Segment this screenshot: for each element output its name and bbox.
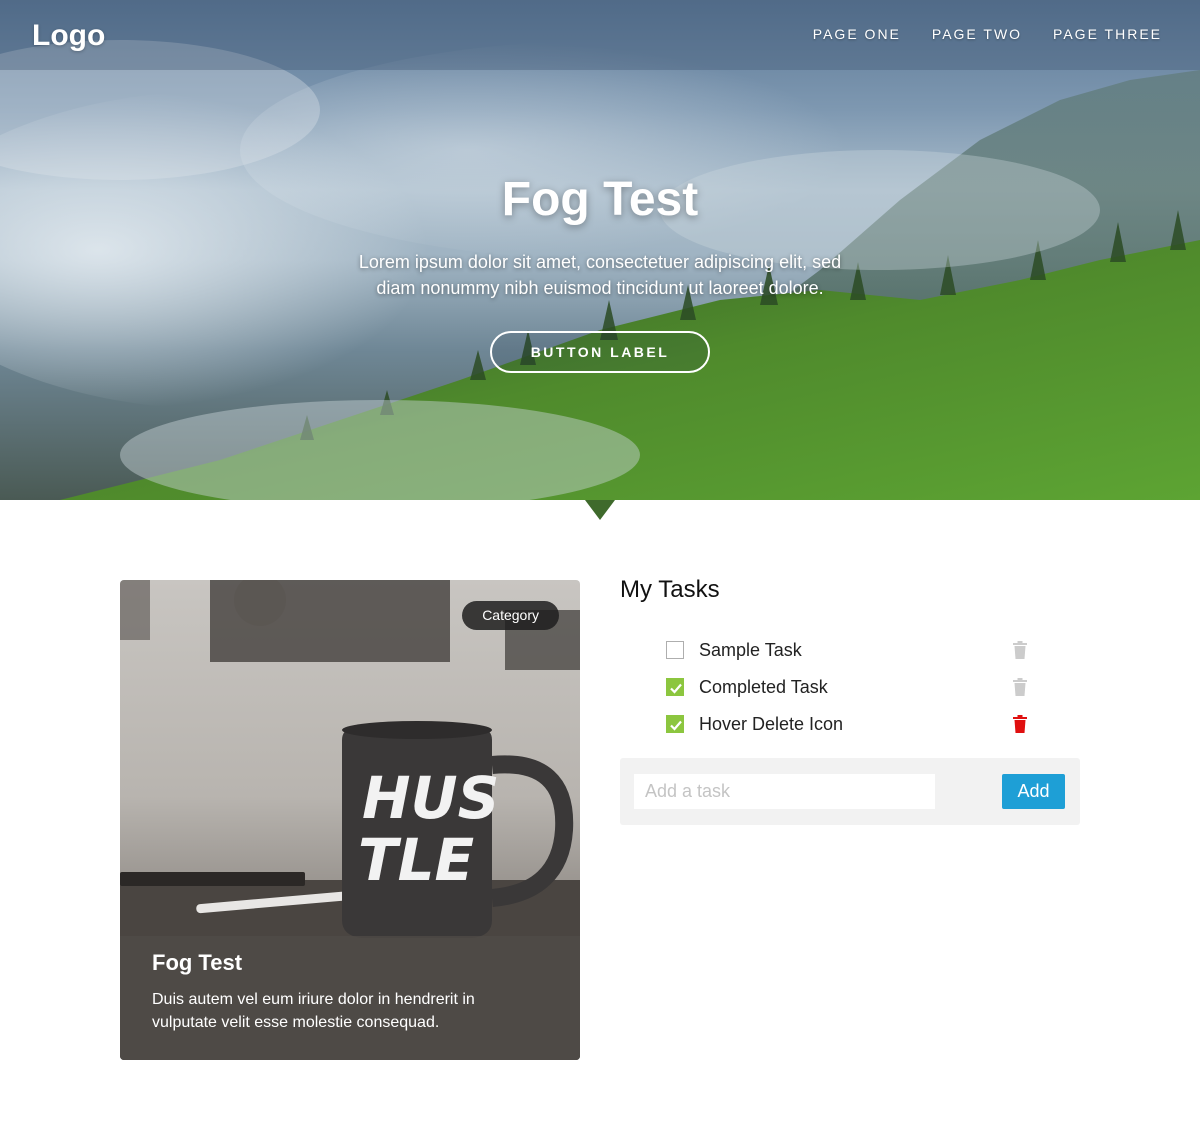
logo[interactable]: Logo bbox=[32, 19, 105, 53]
trash-icon[interactable] bbox=[1013, 641, 1027, 659]
category-card[interactable]: HUS TLE Category Fog Test Duis autem vel… bbox=[120, 580, 580, 1060]
nav-page-one[interactable]: PAGE ONE bbox=[813, 26, 901, 42]
task-item: Sample Task bbox=[620, 632, 1080, 669]
hero-pointer-notch bbox=[585, 500, 615, 520]
top-navbar: Logo PAGE ONE PAGE TWO PAGE THREE bbox=[0, 0, 1200, 70]
mug-text-tle: TLE bbox=[358, 826, 474, 894]
add-task-input[interactable] bbox=[634, 774, 935, 809]
task-label: Completed Task bbox=[699, 677, 828, 697]
mug-text-hus: HUS bbox=[362, 764, 499, 832]
checkmark-icon bbox=[670, 720, 682, 731]
trash-icon-hover[interactable] bbox=[1013, 715, 1027, 733]
hero-content: Fog Test Lorem ipsum dolor sit amet, con… bbox=[0, 172, 1200, 373]
nav-links: PAGE ONE PAGE TWO PAGE THREE bbox=[813, 26, 1162, 42]
hero-title: Fog Test bbox=[501, 173, 699, 226]
tasks-title: My Tasks bbox=[620, 576, 720, 603]
hero-banner: Logo PAGE ONE PAGE TWO PAGE THREE Fog Te… bbox=[0, 0, 1200, 500]
category-badge[interactable]: Category bbox=[462, 601, 559, 630]
nav-page-two[interactable]: PAGE TWO bbox=[932, 26, 1022, 42]
task-checkbox-checked[interactable] bbox=[666, 715, 684, 733]
trash-icon[interactable] bbox=[1013, 678, 1027, 696]
add-task-form: Add bbox=[620, 758, 1080, 825]
hero-subtitle: Lorem ipsum dolor sit amet, consectetuer… bbox=[358, 252, 842, 298]
card-description: Duis autem vel eum iriure dolor in hendr… bbox=[152, 991, 475, 1031]
task-item: Hover Delete Icon bbox=[620, 706, 1080, 743]
nav-page-three[interactable]: PAGE THREE bbox=[1053, 26, 1162, 42]
card-title: Fog Test bbox=[152, 950, 243, 975]
task-list: Sample Task Completed Task Hover Delete bbox=[620, 632, 1080, 743]
tasks-panel: My Tasks Sample Task Completed Task Hove… bbox=[620, 576, 1080, 743]
task-checkbox-checked[interactable] bbox=[666, 678, 684, 696]
add-task-button[interactable]: Add bbox=[1002, 774, 1065, 809]
task-label: Sample Task bbox=[699, 640, 802, 660]
task-item: Completed Task bbox=[620, 669, 1080, 706]
task-label: Hover Delete Icon bbox=[699, 714, 844, 734]
task-checkbox[interactable] bbox=[666, 641, 684, 659]
checkmark-icon bbox=[670, 683, 682, 694]
hero-button[interactable]: BUTTON LABEL bbox=[490, 331, 710, 373]
